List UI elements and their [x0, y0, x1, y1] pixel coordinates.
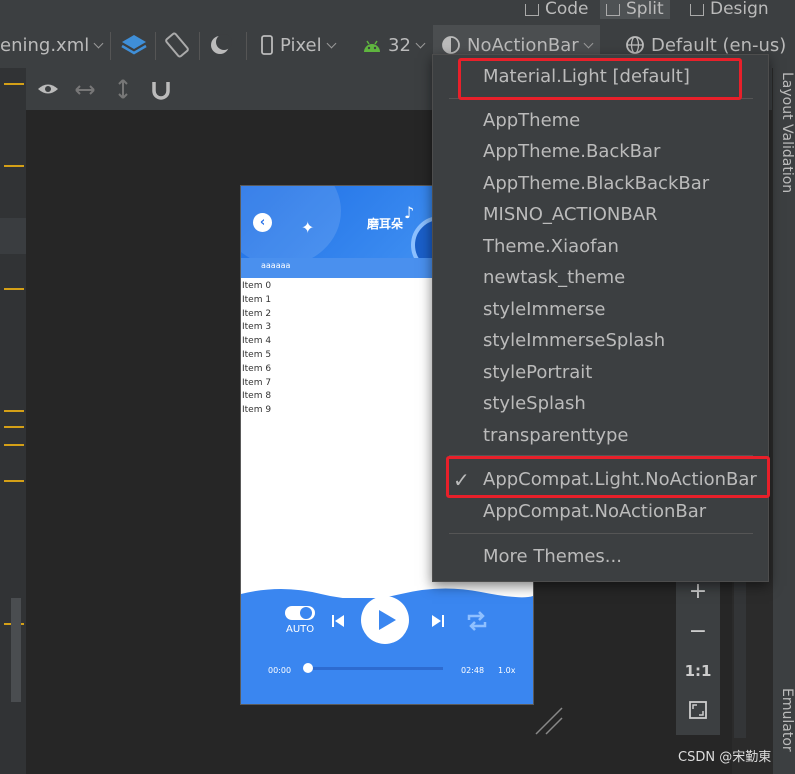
progress-thumb[interactable] [303, 663, 313, 673]
repeat-icon[interactable] [465, 610, 489, 632]
eye-icon[interactable] [36, 80, 64, 100]
chevron-down-icon [415, 38, 426, 48]
more-themes-option[interactable]: More Themes... [483, 545, 622, 569]
theme-option[interactable]: AppTheme [483, 109, 580, 133]
emulator-tab[interactable]: Emulator [775, 688, 795, 774]
device-label: Pixel [280, 34, 322, 56]
theme-option[interactable]: newtask_theme [483, 266, 625, 290]
tab-label[interactable]: aaaaaa [261, 261, 290, 270]
theme-option[interactable]: MISNO_ACTIONBAR [483, 203, 658, 227]
chevron-down-icon [326, 38, 337, 48]
gutter-marker [4, 426, 24, 428]
layers-icon [121, 35, 147, 55]
theme-label: NoActionBar [467, 34, 579, 56]
divider [246, 32, 247, 60]
horizontal-resize-icon[interactable] [74, 82, 96, 98]
previous-icon[interactable] [331, 614, 345, 628]
zoom-in-button[interactable]: + [676, 579, 720, 604]
divider [199, 32, 200, 60]
zoom-to-fit-icon[interactable] [688, 700, 708, 720]
design-surface-button[interactable] [120, 22, 148, 68]
design-view-label: Design [710, 0, 769, 19]
time-start: 00:00 [268, 666, 292, 675]
rotate-device-icon [165, 32, 189, 58]
watermark: CSDN @宋勤東 [678, 750, 772, 765]
player-controls: AUTO 00:00 02:48 1.0x [241, 588, 533, 704]
orientation-button[interactable] [163, 22, 191, 68]
locale-label: Default (en-us) [651, 34, 787, 56]
magnet-icon[interactable] [150, 79, 172, 101]
back-icon[interactable]: ‹ [253, 213, 272, 232]
gutter-marker [4, 165, 24, 167]
music-note-icon: ♪ [404, 203, 415, 222]
toggle-knob [300, 607, 312, 619]
code-view-button[interactable]: Code [525, 0, 589, 19]
speed-label[interactable]: 1.0x [498, 666, 515, 675]
left-gutter [0, 68, 26, 774]
chevron-down-icon [93, 38, 104, 48]
gutter-marker [4, 444, 24, 446]
theme-dropdown-menu: Material.Light [default] AppTheme AppThe… [432, 54, 770, 582]
android-icon [364, 40, 380, 52]
split-view-button[interactable]: Split [600, 0, 670, 19]
sparkle-icon: ✦ [301, 218, 315, 237]
theme-option[interactable]: styleImmerseSplash [483, 329, 665, 353]
file-selector[interactable]: ening.xml [0, 22, 104, 68]
vertical-resize-icon[interactable] [116, 78, 130, 100]
gutter-marker [4, 83, 24, 85]
theme-option[interactable]: AppCompat.NoActionBar [483, 500, 706, 524]
menu-separator [449, 533, 753, 534]
file-name: ening.xml [0, 34, 90, 56]
api-level-selector[interactable]: 32 [362, 22, 426, 68]
gutter-marker [4, 410, 24, 412]
phone-icon [261, 35, 273, 55]
code-icon [525, 3, 539, 16]
theme-option[interactable]: transparenttype [483, 424, 629, 448]
theme-option[interactable]: Theme.Xiaofan [483, 235, 619, 259]
theme-icon [442, 36, 460, 54]
theme-option[interactable]: styleSplash [483, 392, 586, 416]
next-icon[interactable] [431, 614, 445, 628]
theme-option[interactable]: stylePortrait [483, 361, 592, 385]
chevron-down-icon [583, 38, 594, 48]
progress-track[interactable] [305, 667, 443, 670]
theme-option[interactable]: styleImmerse [483, 298, 605, 322]
highlight-box [446, 456, 770, 498]
auto-toggle[interactable] [285, 606, 315, 620]
time-end: 02:48 [461, 666, 485, 675]
highlight-box [458, 58, 742, 100]
design-view-button[interactable]: Design [690, 0, 769, 19]
theme-option[interactable]: AppTheme.BackBar [483, 140, 660, 164]
play-icon [379, 610, 396, 630]
phone-title: 磨耳朵 [367, 217, 404, 231]
night-mode-button[interactable] [207, 22, 237, 68]
split-view-label: Split [626, 0, 664, 19]
code-view-label: Code [545, 0, 589, 19]
auto-label: AUTO [286, 624, 315, 635]
zoom-controls: + − 1:1 [676, 575, 720, 735]
gutter-scrollbar[interactable] [11, 598, 21, 702]
night-mode-icon [211, 34, 232, 54]
resize-handle-icon[interactable] [534, 706, 564, 736]
gutter-marker [4, 288, 24, 290]
design-icon [690, 3, 704, 16]
play-button[interactable] [361, 596, 409, 644]
api-level-label: 32 [388, 34, 411, 56]
split-icon [606, 3, 620, 16]
device-selector[interactable]: Pixel [260, 22, 337, 68]
theme-option[interactable]: AppTheme.BlackBackBar [483, 172, 709, 196]
current-line-highlight [0, 218, 26, 254]
gutter-marker [4, 480, 24, 482]
zoom-actual-size-button[interactable]: 1:1 [676, 662, 720, 680]
view-mode-bar: Code Split Design [0, 0, 795, 22]
right-tool-strip: Layout Validation Emulator [772, 68, 795, 774]
divider [155, 32, 156, 60]
zoom-out-button[interactable]: − [676, 619, 720, 644]
globe-icon [626, 36, 644, 54]
divider [110, 32, 111, 60]
layout-validation-tab[interactable]: Layout Validation [775, 72, 795, 232]
